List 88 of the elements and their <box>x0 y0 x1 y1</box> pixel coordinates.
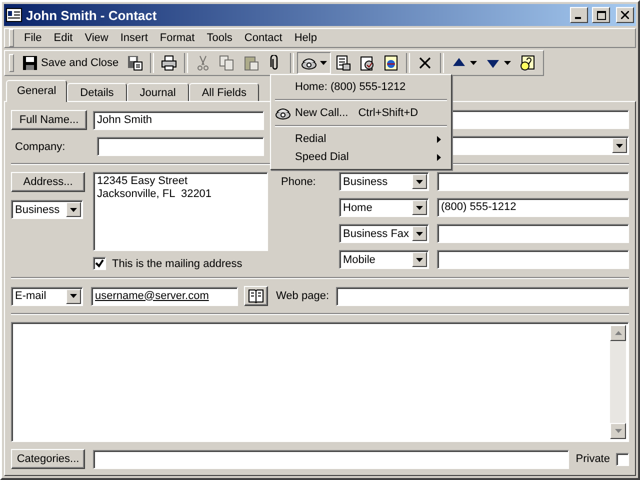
caret-icon <box>416 258 423 262</box>
address-field[interactable]: 12345 Easy Street Jacksonville, FL 32201 <box>93 172 268 251</box>
maximize-button[interactable] <box>592 7 610 23</box>
dial-button[interactable] <box>296 52 331 74</box>
phone-type-dropdown[interactable]: Mobile <box>339 250 429 269</box>
maximize-icon <box>596 10 606 20</box>
phone-label: Phone: <box>281 176 317 188</box>
categories-button[interactable]: Categories... <box>11 449 85 469</box>
dropdown-button[interactable] <box>412 252 427 267</box>
full-name-field[interactable]: John Smith <box>93 110 264 130</box>
menu-item[interactable]: File <box>18 29 48 47</box>
company-field[interactable] <box>97 137 264 156</box>
full-name-button[interactable]: Full Name... <box>11 110 87 130</box>
window-title: John Smith - Contact <box>26 8 158 22</box>
tab[interactable]: Details <box>67 83 127 101</box>
private-label: Private <box>576 453 610 465</box>
dropdown-button[interactable] <box>412 200 427 215</box>
notes-field[interactable] <box>11 322 629 442</box>
tab[interactable]: All Fields <box>188 83 260 101</box>
caret-icon <box>416 232 423 236</box>
caret-icon <box>70 208 77 212</box>
menu-item[interactable]: Home: (800) 555-1212 <box>273 78 449 96</box>
scroll-down-button[interactable] <box>610 423 626 439</box>
minimize-button[interactable] <box>570 7 588 23</box>
caret-icon <box>416 206 423 210</box>
phone-type-dropdown[interactable]: Home <box>339 198 429 217</box>
private-checkbox[interactable] <box>616 452 629 466</box>
menu-item[interactable]: Help <box>288 29 323 47</box>
clipboard-icon <box>242 55 259 71</box>
contact-card-icon <box>6 8 22 22</box>
phone-type-dropdown[interactable]: Business Fax <box>339 224 429 243</box>
phone-number-field[interactable] <box>437 172 629 191</box>
globe-document-icon <box>382 55 399 71</box>
caret-icon <box>416 180 423 184</box>
menu-item[interactable]: Edit <box>48 29 79 47</box>
menu-item[interactable]: Insert <box>114 29 154 47</box>
caret-icon <box>616 144 623 148</box>
email-field[interactable]: username@server.com <box>91 286 238 306</box>
web-page-field[interactable] <box>336 286 629 306</box>
clipboard-check-icon <box>358 55 375 71</box>
menu-item[interactable]: Contact <box>238 29 288 47</box>
phone-number-field[interactable] <box>437 250 629 269</box>
mailing-address-checkbox[interactable] <box>93 257 106 270</box>
dropdown-caret-icon <box>504 61 511 65</box>
dropdown-button[interactable] <box>66 288 81 304</box>
scissors-icon <box>194 55 211 71</box>
up-arrow-icon <box>614 331 622 335</box>
phone-number-field[interactable]: (800) 555-1212 <box>437 198 629 217</box>
mailing-address-label: This is the mailing address <box>112 258 242 270</box>
address-type-dropdown[interactable]: Business <box>11 200 83 219</box>
menu-item[interactable]: New Call... Ctrl+Shift+D <box>273 104 449 122</box>
address-button[interactable]: Address... <box>11 172 85 192</box>
shortcut-text: Ctrl+Shift+D <box>358 107 418 119</box>
printer-icon <box>160 55 177 71</box>
floppy-document-icon <box>126 55 143 71</box>
down-arrow-icon <box>614 429 622 433</box>
submenu-item[interactable]: Redial <box>273 130 449 148</box>
menu-item[interactable]: Tools <box>200 29 238 47</box>
tab[interactable]: Journal <box>126 83 189 101</box>
address-book-button[interactable] <box>244 286 268 306</box>
dropdown-button[interactable] <box>612 138 627 153</box>
dropdown-button[interactable] <box>412 174 427 189</box>
caret-icon <box>70 294 77 298</box>
close-x-icon <box>416 55 433 71</box>
help-icon <box>518 55 535 71</box>
book-icon <box>248 289 264 303</box>
tab[interactable]: General <box>6 80 68 102</box>
web-page-label: Web page: <box>276 290 330 302</box>
close-button[interactable] <box>616 7 634 23</box>
copy-icon <box>218 55 235 71</box>
dropdown-caret-icon <box>470 61 477 65</box>
submenu-arrow-icon <box>437 154 441 160</box>
scrollbar[interactable] <box>610 325 626 439</box>
dropdown-button[interactable] <box>66 202 81 217</box>
close-icon <box>621 11 629 19</box>
scroll-up-button[interactable] <box>610 325 626 341</box>
dropdown-button[interactable] <box>412 226 427 241</box>
document-icon <box>334 55 351 71</box>
submenu-arrow-icon <box>437 136 441 142</box>
menu-item[interactable]: Format <box>154 29 201 47</box>
dropdown-caret-icon <box>320 61 327 65</box>
company-label: Company: <box>14 140 66 152</box>
menu-item[interactable]: View <box>78 29 114 47</box>
submenu-item[interactable]: Speed Dial <box>273 148 449 166</box>
phone-type-dropdown[interactable]: Business <box>339 172 429 191</box>
phone-number-field[interactable] <box>437 224 629 243</box>
categories-field[interactable] <box>93 450 569 468</box>
email-type-dropdown[interactable]: E-mail <box>11 286 83 306</box>
